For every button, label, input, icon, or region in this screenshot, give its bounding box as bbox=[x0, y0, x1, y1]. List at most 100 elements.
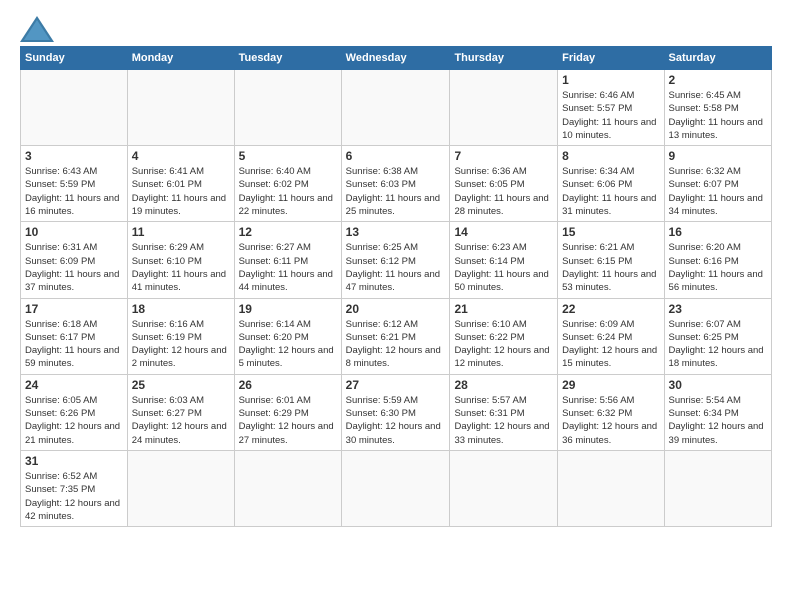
day-number: 16 bbox=[669, 225, 767, 239]
day-info: Sunrise: 6:40 AM Sunset: 6:02 PM Dayligh… bbox=[239, 165, 337, 218]
day-info: Sunrise: 6:12 AM Sunset: 6:21 PM Dayligh… bbox=[346, 318, 446, 371]
day-number: 28 bbox=[454, 378, 553, 392]
weekday-header-thursday: Thursday bbox=[450, 47, 558, 70]
day-number: 3 bbox=[25, 149, 123, 163]
weekday-header-row: SundayMondayTuesdayWednesdayThursdayFrid… bbox=[21, 47, 772, 70]
day-info: Sunrise: 6:16 AM Sunset: 6:19 PM Dayligh… bbox=[132, 318, 230, 371]
day-number: 5 bbox=[239, 149, 337, 163]
calendar-cell bbox=[127, 70, 234, 146]
calendar-cell: 14Sunrise: 6:23 AM Sunset: 6:14 PM Dayli… bbox=[450, 222, 558, 298]
logo bbox=[20, 16, 54, 38]
day-info: Sunrise: 6:09 AM Sunset: 6:24 PM Dayligh… bbox=[562, 318, 659, 371]
header bbox=[20, 16, 772, 38]
calendar-cell: 31Sunrise: 6:52 AM Sunset: 7:35 PM Dayli… bbox=[21, 450, 128, 526]
calendar-cell bbox=[450, 450, 558, 526]
day-number: 2 bbox=[669, 73, 767, 87]
day-info: Sunrise: 6:46 AM Sunset: 5:57 PM Dayligh… bbox=[562, 89, 659, 142]
calendar-cell: 11Sunrise: 6:29 AM Sunset: 6:10 PM Dayli… bbox=[127, 222, 234, 298]
calendar-cell: 17 Sunrise: 6:18 AM Sunset: 6:17 PM Dayli… bbox=[21, 298, 128, 374]
day-info: Sunrise: 6:18 AM Sunset: 6:17 PM Dayligh… bbox=[25, 318, 123, 371]
calendar-table: SundayMondayTuesdayWednesdayThursdayFrid… bbox=[20, 46, 772, 527]
day-info: Sunrise: 6:41 AM Sunset: 6:01 PM Dayligh… bbox=[132, 165, 230, 218]
calendar-cell: 5 Sunrise: 6:40 AM Sunset: 6:02 PM Daylig… bbox=[234, 146, 341, 222]
day-info: Sunrise: 6:10 AM Sunset: 6:22 PM Dayligh… bbox=[454, 318, 553, 371]
calendar-week-1: 1Sunrise: 6:46 AM Sunset: 5:57 PM Daylig… bbox=[21, 70, 772, 146]
day-number: 25 bbox=[132, 378, 230, 392]
calendar-cell: 3 Sunrise: 6:43 AM Sunset: 5:59 PM Daylig… bbox=[21, 146, 128, 222]
day-info: Sunrise: 6:45 AM Sunset: 5:58 PM Dayligh… bbox=[669, 89, 767, 142]
calendar-cell: 13 Sunrise: 6:25 AM Sunset: 6:12 PM Dayli… bbox=[341, 222, 450, 298]
day-number: 6 bbox=[346, 149, 446, 163]
day-number: 30 bbox=[669, 378, 767, 392]
day-number: 7 bbox=[454, 149, 553, 163]
day-info: Sunrise: 6:25 AM Sunset: 6:12 PM Dayligh… bbox=[346, 241, 446, 294]
day-info: Sunrise: 5:54 AM Sunset: 6:34 PM Dayligh… bbox=[669, 394, 767, 447]
calendar-cell: 24 Sunrise: 6:05 AM Sunset: 6:26 PM Dayli… bbox=[21, 374, 128, 450]
weekday-header-sunday: Sunday bbox=[21, 47, 128, 70]
day-number: 8 bbox=[562, 149, 659, 163]
calendar-week-6: 31Sunrise: 6:52 AM Sunset: 7:35 PM Dayli… bbox=[21, 450, 772, 526]
calendar-cell bbox=[234, 70, 341, 146]
calendar-cell bbox=[341, 450, 450, 526]
calendar-cell: 1Sunrise: 6:46 AM Sunset: 5:57 PM Daylig… bbox=[558, 70, 664, 146]
day-info: Sunrise: 6:38 AM Sunset: 6:03 PM Dayligh… bbox=[346, 165, 446, 218]
day-number: 14 bbox=[454, 225, 553, 239]
day-info: Sunrise: 6:20 AM Sunset: 6:16 PM Dayligh… bbox=[669, 241, 767, 294]
calendar-cell: 7 Sunrise: 6:36 AM Sunset: 6:05 PM Daylig… bbox=[450, 146, 558, 222]
calendar-cell: 19 Sunrise: 6:14 AM Sunset: 6:20 PM Dayli… bbox=[234, 298, 341, 374]
calendar-cell: 18Sunrise: 6:16 AM Sunset: 6:19 PM Dayli… bbox=[127, 298, 234, 374]
day-number: 22 bbox=[562, 302, 659, 316]
calendar-cell: 26 Sunrise: 6:01 AM Sunset: 6:29 PM Dayli… bbox=[234, 374, 341, 450]
day-info: Sunrise: 6:29 AM Sunset: 6:10 PM Dayligh… bbox=[132, 241, 230, 294]
day-number: 19 bbox=[239, 302, 337, 316]
calendar-cell: 23 Sunrise: 6:07 AM Sunset: 6:25 PM Dayli… bbox=[664, 298, 771, 374]
day-number: 17 bbox=[25, 302, 123, 316]
day-info: Sunrise: 5:57 AM Sunset: 6:31 PM Dayligh… bbox=[454, 394, 553, 447]
calendar-cell bbox=[450, 70, 558, 146]
day-info: Sunrise: 6:07 AM Sunset: 6:25 PM Dayligh… bbox=[669, 318, 767, 371]
day-number: 9 bbox=[669, 149, 767, 163]
day-info: Sunrise: 6:01 AM Sunset: 6:29 PM Dayligh… bbox=[239, 394, 337, 447]
calendar-cell: 8Sunrise: 6:34 AM Sunset: 6:06 PM Daylig… bbox=[558, 146, 664, 222]
calendar-cell: 15 Sunrise: 6:21 AM Sunset: 6:15 PM Dayli… bbox=[558, 222, 664, 298]
calendar-cell: 6 Sunrise: 6:38 AM Sunset: 6:03 PM Daylig… bbox=[341, 146, 450, 222]
day-info: Sunrise: 6:43 AM Sunset: 5:59 PM Dayligh… bbox=[25, 165, 123, 218]
calendar-cell bbox=[558, 450, 664, 526]
calendar-week-5: 24 Sunrise: 6:05 AM Sunset: 6:26 PM Dayli… bbox=[21, 374, 772, 450]
calendar-cell bbox=[234, 450, 341, 526]
calendar-cell: 21 Sunrise: 6:10 AM Sunset: 6:22 PM Dayli… bbox=[450, 298, 558, 374]
day-number: 15 bbox=[562, 225, 659, 239]
calendar-cell: 28 Sunrise: 5:57 AM Sunset: 6:31 PM Dayli… bbox=[450, 374, 558, 450]
calendar-cell: 16 Sunrise: 6:20 AM Sunset: 6:16 PM Dayli… bbox=[664, 222, 771, 298]
day-number: 23 bbox=[669, 302, 767, 316]
day-number: 29 bbox=[562, 378, 659, 392]
weekday-header-tuesday: Tuesday bbox=[234, 47, 341, 70]
day-number: 26 bbox=[239, 378, 337, 392]
calendar-week-3: 10 Sunrise: 6:31 AM Sunset: 6:09 PM Dayli… bbox=[21, 222, 772, 298]
day-number: 12 bbox=[239, 225, 337, 239]
weekday-header-saturday: Saturday bbox=[664, 47, 771, 70]
day-info: Sunrise: 6:05 AM Sunset: 6:26 PM Dayligh… bbox=[25, 394, 123, 447]
day-number: 24 bbox=[25, 378, 123, 392]
weekday-header-monday: Monday bbox=[127, 47, 234, 70]
day-info: Sunrise: 6:03 AM Sunset: 6:27 PM Dayligh… bbox=[132, 394, 230, 447]
day-info: Sunrise: 6:31 AM Sunset: 6:09 PM Dayligh… bbox=[25, 241, 123, 294]
calendar-cell: 29 Sunrise: 5:56 AM Sunset: 6:32 PM Dayli… bbox=[558, 374, 664, 450]
day-number: 21 bbox=[454, 302, 553, 316]
day-info: Sunrise: 6:52 AM Sunset: 7:35 PM Dayligh… bbox=[25, 470, 123, 523]
calendar-cell: 9Sunrise: 6:32 AM Sunset: 6:07 PM Daylig… bbox=[664, 146, 771, 222]
calendar-week-2: 3 Sunrise: 6:43 AM Sunset: 5:59 PM Daylig… bbox=[21, 146, 772, 222]
weekday-header-friday: Friday bbox=[558, 47, 664, 70]
day-info: Sunrise: 6:21 AM Sunset: 6:15 PM Dayligh… bbox=[562, 241, 659, 294]
day-info: Sunrise: 6:36 AM Sunset: 6:05 PM Dayligh… bbox=[454, 165, 553, 218]
day-info: Sunrise: 5:56 AM Sunset: 6:32 PM Dayligh… bbox=[562, 394, 659, 447]
day-info: Sunrise: 6:14 AM Sunset: 6:20 PM Dayligh… bbox=[239, 318, 337, 371]
day-number: 4 bbox=[132, 149, 230, 163]
calendar-cell: 4 Sunrise: 6:41 AM Sunset: 6:01 PM Daylig… bbox=[127, 146, 234, 222]
day-number: 20 bbox=[346, 302, 446, 316]
calendar-cell: 22 Sunrise: 6:09 AM Sunset: 6:24 PM Dayli… bbox=[558, 298, 664, 374]
day-number: 13 bbox=[346, 225, 446, 239]
weekday-header-wednesday: Wednesday bbox=[341, 47, 450, 70]
day-number: 10 bbox=[25, 225, 123, 239]
calendar-cell: 25 Sunrise: 6:03 AM Sunset: 6:27 PM Dayli… bbox=[127, 374, 234, 450]
